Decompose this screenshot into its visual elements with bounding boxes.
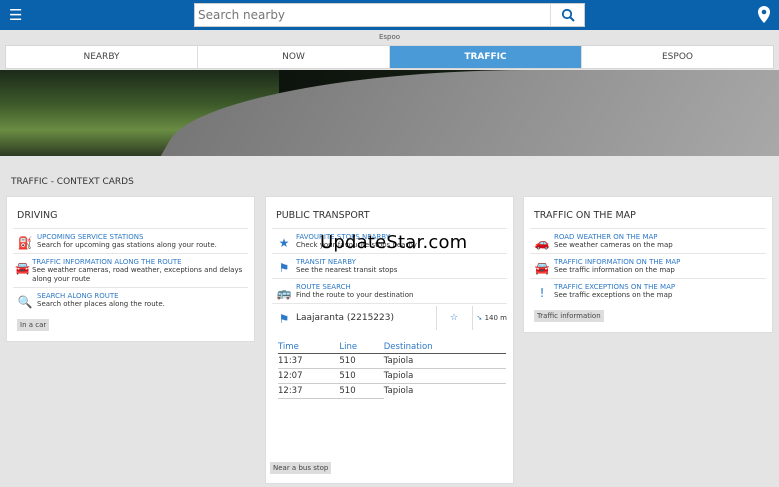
direction-arrow-icon: ➘ <box>476 313 485 322</box>
watermark: UpdateStar.com <box>320 232 468 253</box>
item-title: ROUTE SEARCH <box>296 283 351 291</box>
road-weather-icon: 🚗 <box>534 236 550 250</box>
list-item[interactable]: 🚘 TRAFFIC INFORMATION ON THE MAP See traff… <box>530 253 766 278</box>
city-label: Espoo <box>378 33 401 41</box>
location-pin-icon[interactable] <box>757 5 771 24</box>
bus-stop-sign-icon: ⚑ <box>278 312 290 326</box>
card-title: DRIVING <box>17 210 58 221</box>
bus-stop-sign-icon: ⚑ <box>278 261 290 275</box>
fuel-icon: ⛽ <box>17 236 33 250</box>
card-title: TRAFFIC ON THE MAP <box>534 210 636 221</box>
top-bar: ☰ <box>0 0 779 30</box>
road-banner-image <box>0 70 779 156</box>
table-row: 12:37 510 Tapiola <box>278 383 506 399</box>
list-item[interactable]: ⛽ UPCOMING SERVICE STATIONS Search for upc… <box>13 228 248 253</box>
table-row: 12:07 510 Tapiola <box>278 368 506 384</box>
item-desc: See weather cameras on the map <box>554 241 673 249</box>
column-header: Time <box>278 341 340 354</box>
menu-icon[interactable]: ☰ <box>9 6 22 24</box>
item-desc: See traffic exceptions on the map <box>554 291 673 299</box>
tab-nearby[interactable]: NEARBY <box>6 46 198 68</box>
context-tag: Traffic information <box>534 310 604 322</box>
item-desc: See the nearest transit stops <box>296 266 398 274</box>
tab-espoo[interactable]: ESPOO <box>582 46 773 68</box>
item-desc: See traffic information on the map <box>554 266 675 274</box>
search-box <box>194 3 585 27</box>
list-item[interactable]: 🚘 TRAFFIC INFORMATION ALONG THE ROUTE See … <box>13 253 248 287</box>
list-item[interactable]: 🚌 ROUTE SEARCH Find the route to your dest… <box>272 278 507 303</box>
tab-now[interactable]: NOW <box>198 46 390 68</box>
item-title: TRAFFIC INFORMATION ALONG THE ROUTE <box>32 258 182 266</box>
list-item[interactable]: 🔍 SEARCH ALONG ROUTE Search other places a… <box>13 287 248 312</box>
stop-distance: 140 m <box>484 313 507 322</box>
item-desc: Search for upcoming gas stations along y… <box>37 241 217 249</box>
item-title: TRAFFIC INFORMATION ON THE MAP <box>554 258 681 266</box>
search-button[interactable] <box>550 4 584 26</box>
bus-stop-row[interactable]: ⚑ Laajaranta (2215223) ☆ ➘ 140 m <box>272 303 507 331</box>
item-title: ROAD WEATHER ON THE MAP <box>554 233 658 241</box>
item-desc: See weather cameras, road weather, excep… <box>32 266 243 283</box>
departures-table: Time Line Destination 11:37 510 Tapiola 12:0… <box>278 341 506 399</box>
item-title: SEARCH ALONG ROUTE <box>37 292 119 300</box>
table-row: 11:37 510 Tapiola <box>278 353 506 369</box>
card-title: PUBLIC TRANSPORT <box>276 210 370 221</box>
favorite-star-icon[interactable]: ☆ <box>435 305 472 330</box>
driving-card: DRIVING ⛽ UPCOMING SERVICE STATIONS Search… <box>6 196 255 342</box>
search-input[interactable] <box>195 4 550 26</box>
car-bus-icon: 🚘 <box>534 261 550 275</box>
list-item[interactable]: 🚗 ROAD WEATHER ON THE MAP See weather came… <box>530 228 766 253</box>
context-tag: Near a bus stop <box>270 462 332 474</box>
column-header: Line <box>339 341 384 354</box>
item-title: TRANSIT NEARBY <box>296 258 356 266</box>
item-title: UPCOMING SERVICE STATIONS <box>37 233 144 241</box>
list-item[interactable]: ⚑ TRANSIT NEARBY See the nearest transit s… <box>272 253 507 278</box>
column-header: Destination <box>383 341 506 354</box>
traffic-exception-icon: ! <box>539 286 545 300</box>
section-title: TRAFFIC - CONTEXT CARDS <box>11 177 134 187</box>
stop-name: Laajaranta (2215223) <box>296 312 394 323</box>
list-item[interactable]: ! TRAFFIC EXCEPTIONS ON THE MAP See traffi… <box>530 278 766 303</box>
tab-traffic[interactable]: TRAFFIC <box>390 46 582 68</box>
search-icon: 🔍 <box>17 295 33 309</box>
context-tag: In a car <box>17 319 50 331</box>
bus-icon: 🚌 <box>276 286 292 300</box>
item-desc: Search other places along the route. <box>37 300 165 308</box>
tab-bar: NEARBY NOW TRAFFIC ESPOO <box>5 45 774 69</box>
search-icon <box>561 8 575 22</box>
item-title: TRAFFIC EXCEPTIONS ON THE MAP <box>554 283 676 291</box>
star-icon: ★ <box>278 236 290 250</box>
car-bus-icon: 🚘 <box>15 261 31 275</box>
item-desc: Find the route to your destination <box>296 291 414 299</box>
traffic-map-card: TRAFFIC ON THE MAP 🚗 ROAD WEATHER ON THE … <box>523 196 773 333</box>
